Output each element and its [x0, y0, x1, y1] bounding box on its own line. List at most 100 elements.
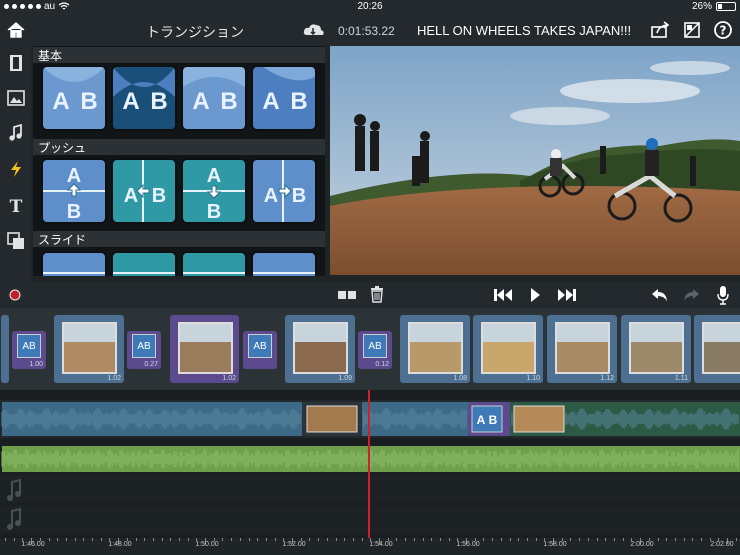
video-clip[interactable]: 1.08	[400, 315, 470, 383]
clip-thumbnail	[702, 322, 740, 374]
ruler-tick	[658, 538, 659, 541]
redo-icon	[684, 289, 699, 301]
skip-forward-icon[interactable]	[557, 287, 577, 303]
overlay-icon[interactable]	[7, 232, 25, 250]
ruler-tick	[170, 538, 171, 541]
battery-icon	[716, 2, 736, 11]
time-ruler[interactable]: 1:46.00 1:48.00 1:50.00 1:52.00 1:54.00 1:56.…	[0, 538, 740, 555]
transition-tile[interactable]: AB	[41, 65, 107, 131]
ruler-tick	[362, 538, 363, 541]
transition-marker[interactable]: AB 0.27	[127, 331, 161, 369]
ruler-tick	[49, 538, 50, 541]
transition-marker[interactable]: AB 0.12	[358, 331, 392, 369]
tile-letter-b: B	[290, 88, 307, 115]
timecode: 0:01:53.22	[338, 24, 395, 38]
ruler-tick	[666, 538, 667, 541]
share-icon[interactable]	[650, 20, 670, 40]
transition-letter-b: B	[375, 341, 382, 352]
trash-icon[interactable]	[370, 286, 384, 303]
transition-tile[interactable]: AB	[41, 251, 107, 276]
transition-tile[interactable]: AB	[41, 158, 107, 224]
transition-tile[interactable]: AB	[111, 65, 177, 131]
transition-letter-a: A	[22, 341, 29, 352]
record-icon[interactable]	[9, 289, 21, 301]
playhead[interactable]	[368, 390, 370, 540]
undo-icon[interactable]	[651, 288, 668, 302]
video-clip[interactable]	[694, 315, 740, 383]
split-icon[interactable]	[337, 288, 357, 302]
tile-letter-b: B	[207, 201, 221, 222]
music-note-icon[interactable]	[7, 124, 25, 142]
ruler-tick	[701, 538, 702, 541]
clip-thumbnail	[555, 322, 610, 374]
tile-letter-b: B	[292, 185, 306, 207]
push-arrow-icon	[136, 183, 150, 199]
tile-letter-a: A	[207, 165, 221, 187]
lightning-icon[interactable]	[7, 160, 25, 178]
tile-letter-a: A	[122, 88, 139, 115]
transition-tile[interactable]: AB	[111, 158, 177, 224]
ruler-label: 1:52.00	[282, 541, 306, 548]
transition-tile[interactable]: AB	[251, 65, 317, 131]
settings-icon[interactable]	[682, 20, 702, 40]
transition-ab-icon: AB	[132, 334, 156, 358]
skip-back-icon[interactable]	[493, 287, 513, 303]
video-clip[interactable]: 1.02	[54, 315, 124, 383]
video-preview[interactable]	[330, 46, 740, 275]
video-clip[interactable]: 1.12	[547, 315, 617, 383]
push-arrow-icon	[278, 183, 292, 199]
track-area[interactable]: A B	[0, 390, 740, 540]
clip-duration: 1.02	[107, 375, 121, 382]
tile-letter-b: B	[67, 201, 81, 222]
cloud-sync-icon[interactable]	[302, 20, 326, 40]
clip-edge[interactable]	[1, 315, 9, 383]
ruler-tick	[83, 538, 84, 541]
ruler-tick	[240, 538, 241, 541]
ruler-tick	[501, 538, 502, 541]
ruler-label: 1:48.00	[108, 541, 132, 548]
ruler-tick	[101, 538, 102, 541]
ruler-tick	[309, 538, 310, 541]
project-title[interactable]: HELL ON WHEELS TAKES JAPAN!!!	[417, 23, 631, 38]
ruler-tick	[179, 538, 180, 541]
film-icon[interactable]	[7, 54, 25, 72]
tile-letter-a: A	[124, 185, 138, 207]
transition-tile[interactable]: AB	[181, 251, 247, 276]
transition-marker[interactable]: AB	[243, 331, 277, 369]
transition-tile[interactable]: AB	[181, 65, 247, 131]
ruler-tick	[75, 538, 76, 541]
transition-tile[interactable]: AB	[251, 251, 317, 276]
ruler-tick	[623, 538, 624, 541]
ruler-tick	[675, 538, 676, 541]
video-clip[interactable]: 1.10	[473, 315, 543, 383]
transition-tile[interactable]: AB	[251, 158, 317, 224]
track-transition-a: A	[477, 413, 486, 427]
clip-thumbnail	[178, 322, 233, 374]
transition-tile[interactable]: AB	[111, 251, 177, 276]
ruler-tick	[66, 538, 67, 541]
ruler-label: 2:00.00	[630, 541, 654, 548]
clip-thumbnail	[629, 322, 684, 374]
ruler-tick	[492, 538, 493, 541]
play-icon[interactable]	[529, 287, 541, 303]
video-clip[interactable]: 1.11	[621, 315, 691, 383]
ruler-tick	[344, 538, 345, 541]
text-icon[interactable]: T	[7, 196, 25, 214]
photo-icon[interactable]	[7, 89, 25, 107]
video-clip[interactable]: 1.09	[285, 315, 355, 383]
ruler-tick	[440, 538, 441, 541]
ruler-tick	[144, 538, 145, 541]
help-icon[interactable]: ?	[713, 20, 733, 40]
transition-tile[interactable]: AB	[181, 158, 247, 224]
clip-thumbnail	[481, 322, 536, 374]
ruler-tick	[318, 538, 319, 541]
ruler-tick	[327, 538, 328, 541]
home-icon[interactable]	[6, 20, 26, 40]
video-clip[interactable]: 1.02	[170, 315, 239, 383]
transition-marker[interactable]: AB 1.00	[12, 331, 46, 369]
clip-duration: 1.12	[600, 375, 614, 382]
ruler-tick	[588, 538, 589, 541]
tile-letter-a: A	[52, 88, 69, 115]
ruler-tick	[414, 538, 415, 541]
microphone-icon[interactable]	[717, 285, 729, 305]
